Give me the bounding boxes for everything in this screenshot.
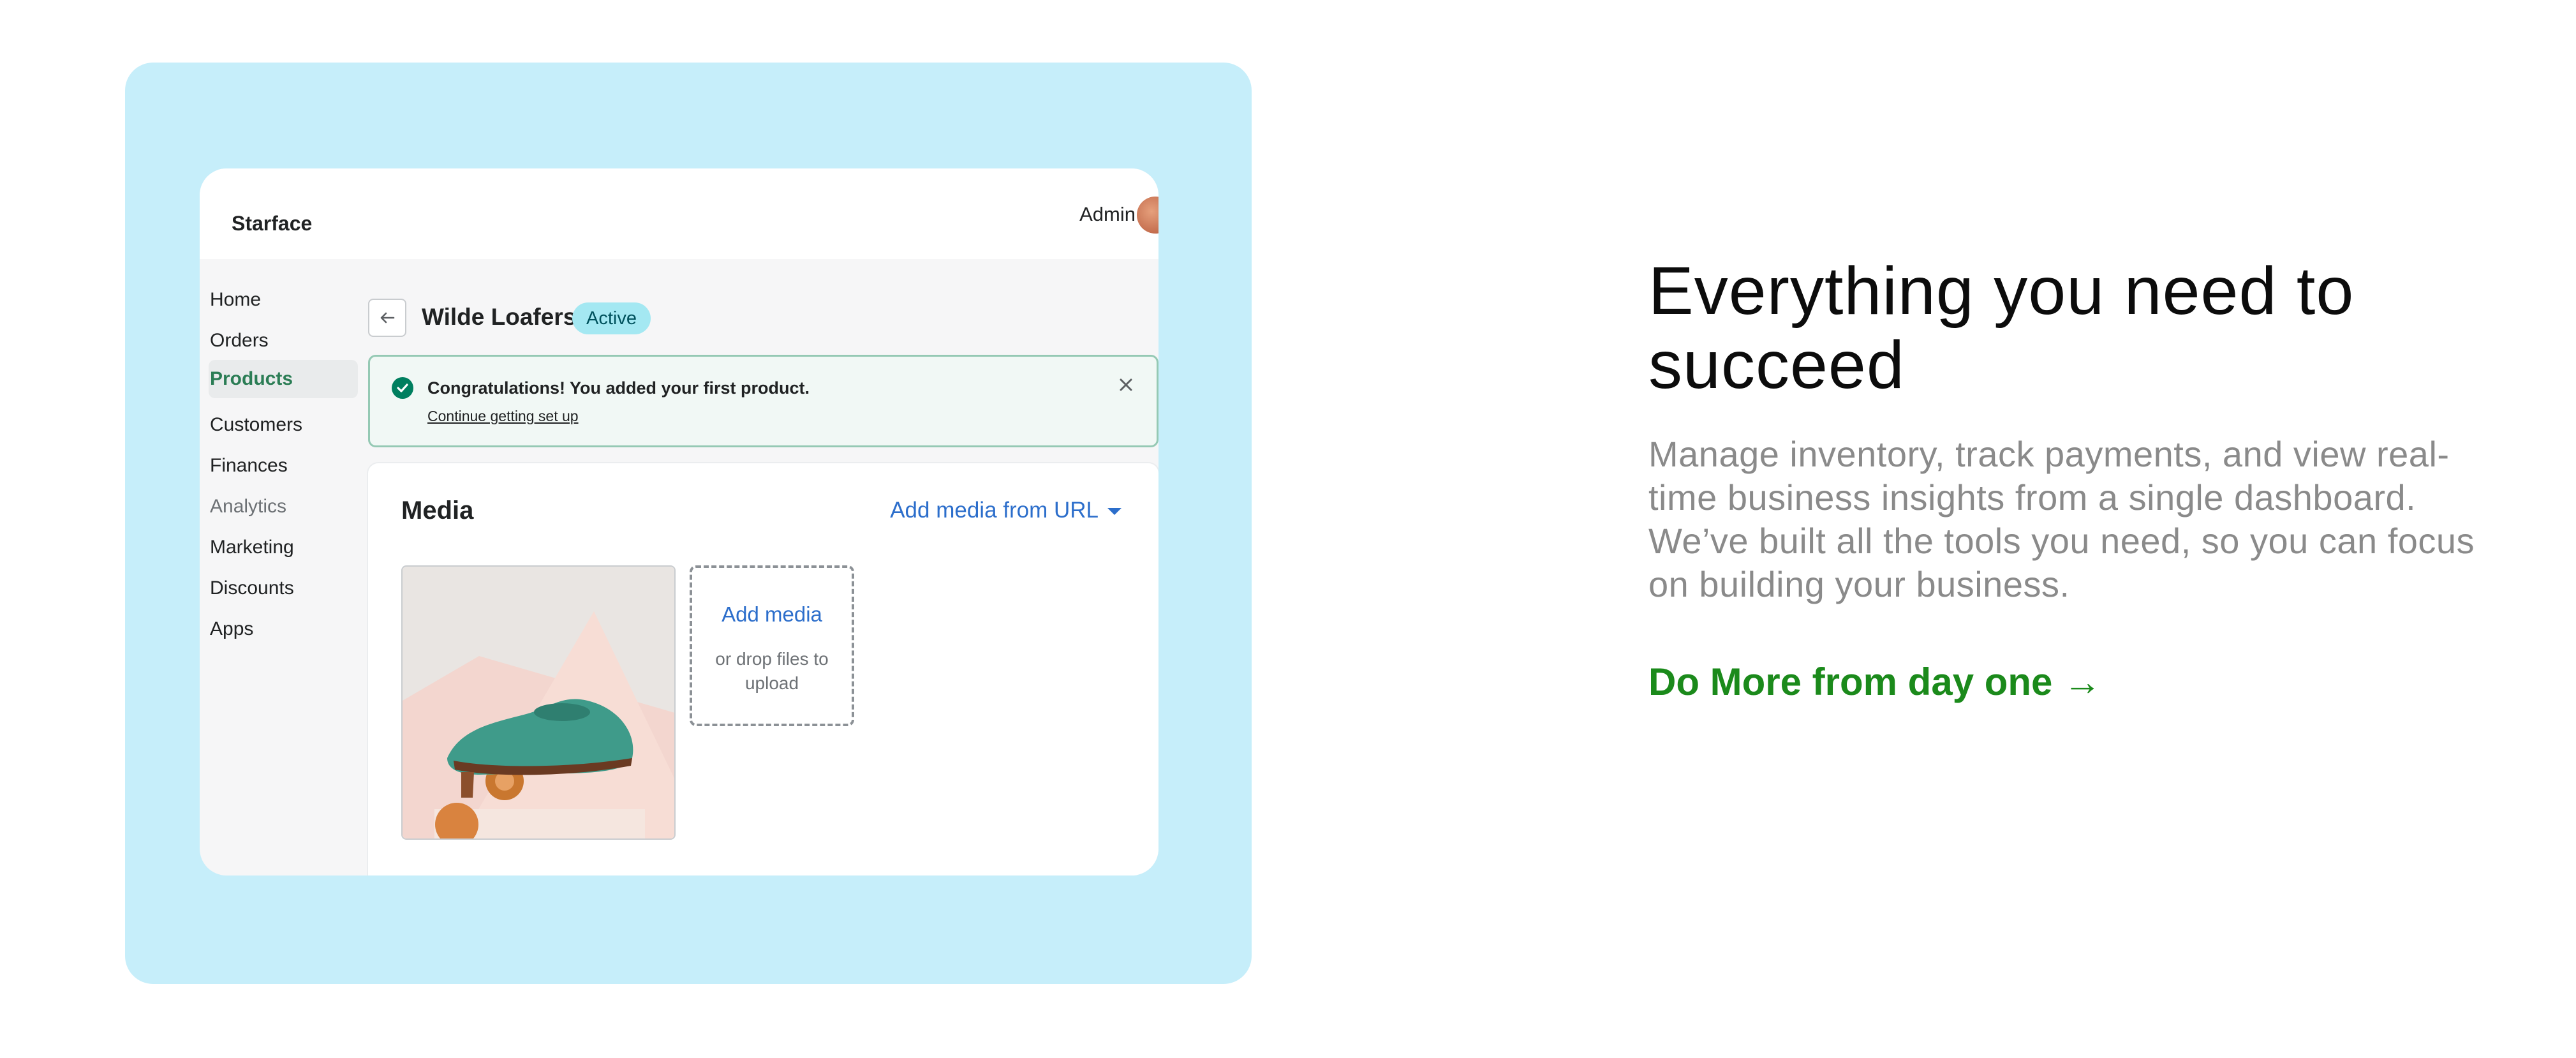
add-media-button[interactable]: Add media: [692, 602, 852, 627]
media-card-title: Media: [401, 496, 474, 525]
sidebar-item-label: Discounts: [210, 577, 294, 599]
marketing-copy: Everything you need to succeed Manage in…: [1648, 254, 2491, 704]
sidebar-item-products[interactable]: Products: [209, 360, 358, 398]
sidebar-item-label: Apps: [210, 618, 254, 639]
page-title: Wilde Loafers: [422, 304, 577, 330]
sidebar-item-finances[interactable]: Finances: [209, 447, 358, 485]
sidebar-nav: Home Orders Products Customers Finances …: [200, 259, 359, 875]
media-drop-zone[interactable]: Add media or drop files to upload: [690, 565, 854, 726]
admin-account-label[interactable]: Admin: [1079, 203, 1136, 226]
sidebar-item-label: Finances: [210, 455, 288, 476]
sidebar-item-label: Customers: [210, 414, 303, 435]
add-media-from-url-button[interactable]: Add media from URL: [890, 498, 1121, 523]
banner-message: Congratulations! You added your first pr…: [427, 378, 810, 398]
hero-illustration-card: Starface Admin Home Orders Products Cust…: [125, 63, 1252, 984]
headline: Everything you need to succeed: [1648, 253, 2355, 403]
sidebar-item-apps[interactable]: Apps: [209, 610, 358, 648]
sidebar-item-label: Analytics: [210, 496, 287, 517]
sidebar-item-marketing[interactable]: Marketing: [209, 528, 358, 567]
shoe-photo: [403, 567, 674, 838]
close-icon[interactable]: [1114, 373, 1137, 396]
status-badge: Active: [572, 302, 651, 334]
avatar[interactable]: [1137, 197, 1158, 234]
sidebar-item-orders[interactable]: Orders: [209, 322, 358, 360]
sidebar-item-customers[interactable]: Customers: [209, 406, 358, 444]
sidebar-item-label: Products: [210, 368, 293, 389]
sidebar-item-label: Home: [210, 289, 262, 310]
continue-setup-link[interactable]: Continue getting set up: [427, 408, 579, 425]
cta-link[interactable]: Do More from day one →: [1648, 660, 2101, 704]
caret-down-icon: [1107, 508, 1121, 516]
sidebar-item-analytics[interactable]: Analytics: [209, 488, 358, 526]
back-button[interactable]: [368, 299, 406, 337]
app-top-bar: Starface Admin: [200, 168, 1158, 259]
sidebar-item-label: Orders: [210, 330, 269, 351]
sidebar-item-discounts[interactable]: Discounts: [209, 569, 358, 607]
arrow-left-icon: [380, 312, 395, 324]
media-card: Media Add media from URL Add media or dr…: [368, 463, 1158, 875]
success-banner: Congratulations! You added your first pr…: [368, 355, 1158, 447]
body-copy: Manage inventory, track payments, and vi…: [1648, 434, 2475, 604]
store-name: Starface: [232, 212, 313, 235]
check-circle-icon: [392, 377, 413, 399]
product-image-thumbnail[interactable]: [401, 565, 676, 840]
product-detail-main: Wilde Loafers Active Congratulations! Yo…: [368, 259, 1158, 875]
sidebar-item-home[interactable]: Home: [209, 281, 358, 319]
drop-files-hint: or drop files to upload: [715, 649, 829, 693]
admin-app-window: Starface Admin Home Orders Products Cust…: [200, 168, 1158, 875]
sidebar-item-label: Marketing: [210, 537, 294, 558]
add-media-from-url-label: Add media from URL: [890, 498, 1099, 523]
